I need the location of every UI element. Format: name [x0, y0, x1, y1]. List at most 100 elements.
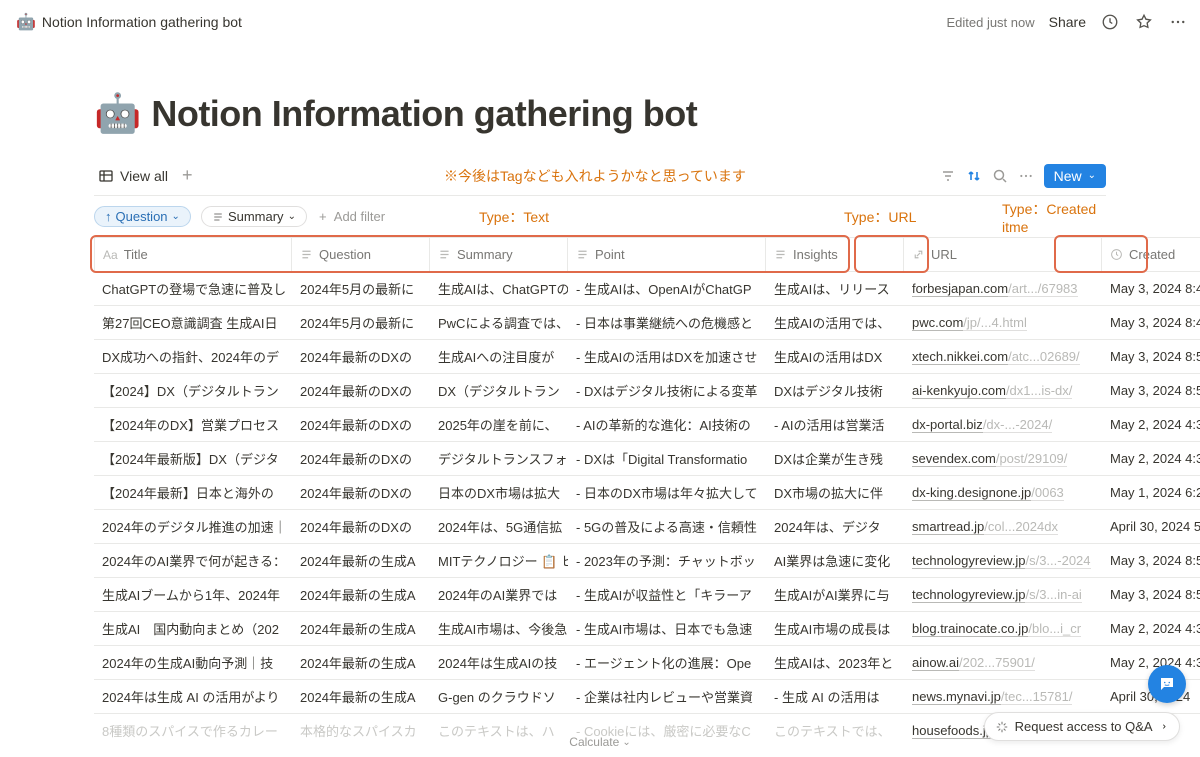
table-row[interactable]: 【2024】DX（デジタルトラン2024年最新のDXのDX（デジタルトラン- D…: [94, 373, 1106, 407]
cell-point[interactable]: - 5Gの普及による高速・信頼性: [568, 509, 766, 543]
cell-insights[interactable]: 2024年は、デジタ: [766, 509, 904, 543]
cell-url[interactable]: pwc.com/jp/...4.html: [904, 305, 1102, 339]
table-row[interactable]: 生成AIブームから1年、2024年2024年最新の生成A2024年のAI業界では…: [94, 577, 1106, 611]
cell-title[interactable]: 【2024】DX（デジタルトラン: [94, 373, 292, 407]
cell-point[interactable]: - 生成AIは、OpenAIがChatGP: [568, 271, 766, 305]
table-row[interactable]: 【2024年最新版】DX（デジタ2024年最新のDXのデジタルトランスフォ- D…: [94, 441, 1106, 475]
cell-point[interactable]: - 日本は事業継続への危機感と: [568, 305, 766, 339]
cell-url[interactable]: dx-portal.biz/dx-...-2024/: [904, 407, 1102, 441]
cell-url[interactable]: xtech.nikkei.com/atc...02689/: [904, 339, 1102, 373]
table-row[interactable]: 2024年のデジタル推進の加速｜2024年最新のDXの2024年は、5G通信拡-…: [94, 509, 1106, 543]
cell-title[interactable]: 生成AIブームから1年、2024年: [94, 577, 292, 611]
cell-url[interactable]: forbesjapan.com/art.../67983: [904, 271, 1102, 305]
table-row[interactable]: 2024年は生成 AI の活用がより2024年最新の生成AG-gen のクラウド…: [94, 679, 1106, 713]
cell-title[interactable]: ChatGPTの登場で急速に普及し: [94, 271, 292, 305]
cell-url[interactable]: blog.trainocate.co.jp/blo...i_cr: [904, 611, 1102, 645]
view-tab[interactable]: View all: [94, 164, 172, 188]
share-button[interactable]: Share: [1049, 14, 1086, 30]
cell-summary[interactable]: PwCによる調査では、: [430, 305, 568, 339]
add-view-button[interactable]: +: [178, 165, 197, 186]
filter-pill-summary[interactable]: Summary ⌄: [201, 206, 307, 227]
table-row[interactable]: 生成AI 国内動向まとめ（2022024年最新の生成A生成AI市場は、今後急- …: [94, 611, 1106, 645]
cell-question[interactable]: 2024年最新の生成A: [292, 577, 430, 611]
cell-title[interactable]: 2024年の生成AI動向予測｜技: [94, 645, 292, 679]
page-emoji[interactable]: 🤖: [94, 92, 141, 136]
cell-summary[interactable]: デジタルトランスフォ: [430, 441, 568, 475]
cell-summary[interactable]: G-gen のクラウドソ: [430, 679, 568, 713]
cell-title[interactable]: 【2024年のDX】営業プロセス: [94, 407, 292, 441]
cell-question[interactable]: 2024年最新のDXの: [292, 373, 430, 407]
add-filter-button[interactable]: + Add filter: [319, 209, 385, 224]
cell-insights[interactable]: 生成AIは、リリース: [766, 271, 904, 305]
cell-summary[interactable]: 生成AIへの注目度が: [430, 339, 568, 373]
filter-icon[interactable]: [940, 168, 956, 184]
breadcrumb[interactable]: Notion Information gathering bot: [42, 14, 242, 30]
cell-question[interactable]: 2024年最新のDXの: [292, 407, 430, 441]
table-row[interactable]: 【2024年最新】日本と海外の2024年最新のDXの日本のDX市場は拡大- 日本…: [94, 475, 1106, 509]
cell-summary[interactable]: 2025年の崖を前に、: [430, 407, 568, 441]
table-row[interactable]: ChatGPTの登場で急速に普及し2024年5月の最新に生成AIは、ChatGP…: [94, 271, 1106, 305]
cell-point[interactable]: - 日本のDX市場は年々拡大して: [568, 475, 766, 509]
cell-question[interactable]: 2024年5月の最新に: [292, 305, 430, 339]
cell-point[interactable]: - DXは「Digital Transformatio: [568, 441, 766, 475]
cell-question[interactable]: 2024年最新の生成A: [292, 611, 430, 645]
qna-pill[interactable]: Request access to Q&A ⌄: [984, 712, 1180, 741]
cell-url[interactable]: technologyreview.jp/s/3...-2024: [904, 543, 1102, 577]
cell-insights[interactable]: 生成AIの活用では、: [766, 305, 904, 339]
cell-point[interactable]: - DXはデジタル技術による変革: [568, 373, 766, 407]
cell-title[interactable]: 2024年は生成 AI の活用がより: [94, 679, 292, 713]
cell-title[interactable]: 2024年のデジタル推進の加速｜: [94, 509, 292, 543]
cell-question[interactable]: 2024年最新のDXの: [292, 441, 430, 475]
table-row[interactable]: 第27回CEO意識調査 生成AI日2024年5月の最新にPwCによる調査では、-…: [94, 305, 1106, 339]
cell-summary[interactable]: 2024年は生成AIの技: [430, 645, 568, 679]
col-created[interactable]: Created: [1102, 237, 1200, 271]
cell-insights[interactable]: - 生成 AI の活用は: [766, 679, 904, 713]
cell-url[interactable]: news.mynavi.jp/tec...15781/: [904, 679, 1102, 713]
cell-insights[interactable]: 生成AIの活用はDX: [766, 339, 904, 373]
cell-insights[interactable]: DXは企業が生き残: [766, 441, 904, 475]
sort-pill-question[interactable]: ↑ Question ⌄: [94, 206, 191, 227]
cell-question[interactable]: 2024年最新のDXの: [292, 475, 430, 509]
cell-summary[interactable]: 2024年は、5G通信拡: [430, 509, 568, 543]
star-icon[interactable]: [1134, 12, 1154, 32]
col-insights[interactable]: Insights: [766, 237, 904, 271]
cell-url[interactable]: dx-king.designone.jp/0063: [904, 475, 1102, 509]
col-summary[interactable]: Summary: [430, 237, 568, 271]
cell-insights[interactable]: DXはデジタル技術: [766, 373, 904, 407]
cell-title[interactable]: 2024年のAI業界で何が起きる：: [94, 543, 292, 577]
new-button[interactable]: New ⌄: [1044, 164, 1106, 188]
col-url[interactable]: URL: [904, 237, 1102, 271]
cell-insights[interactable]: DX市場の拡大に伴: [766, 475, 904, 509]
cell-url[interactable]: ai-kenkyujo.com/dx1...is-dx/: [904, 373, 1102, 407]
cell-title[interactable]: 第27回CEO意識調査 生成AI日: [94, 305, 292, 339]
table-row[interactable]: 2024年のAI業界で何が起きる：2024年最新の生成AMITテクノロジー 📋 …: [94, 543, 1106, 577]
cell-point[interactable]: - 生成AIの活用はDXを加速させ: [568, 339, 766, 373]
cell-title[interactable]: 【2024年最新】日本と海外の: [94, 475, 292, 509]
cell-url[interactable]: sevendex.com/post/29109/: [904, 441, 1102, 475]
more-view-icon[interactable]: [1018, 168, 1034, 184]
cell-summary[interactable]: 2024年のAI業界では: [430, 577, 568, 611]
cell-point[interactable]: - 生成AI市場は、日本でも急速: [568, 611, 766, 645]
cell-insights[interactable]: - AIの活用は営業活: [766, 407, 904, 441]
cell-insights[interactable]: AI業界は急速に変化: [766, 543, 904, 577]
cell-title[interactable]: DX成功への指針、2024年のデ: [94, 339, 292, 373]
clock-icon[interactable]: [1100, 12, 1120, 32]
cell-summary[interactable]: 生成AIは、ChatGPTの: [430, 271, 568, 305]
cell-point[interactable]: - 企業は社内レビューや営業資: [568, 679, 766, 713]
cell-question[interactable]: 2024年最新のDXの: [292, 339, 430, 373]
cell-point[interactable]: - 2023年の予測：チャットボッ: [568, 543, 766, 577]
table-row[interactable]: 2024年の生成AI動向予測｜技2024年最新の生成A2024年は生成AIの技-…: [94, 645, 1106, 679]
cell-question[interactable]: 2024年最新の生成A: [292, 679, 430, 713]
page-title-text[interactable]: Notion Information gathering bot: [151, 93, 697, 135]
more-icon[interactable]: [1168, 12, 1188, 32]
cell-point[interactable]: - エージェント化の進展：Ope: [568, 645, 766, 679]
cell-question[interactable]: 2024年最新のDXの: [292, 509, 430, 543]
cell-summary[interactable]: DX（デジタルトラン: [430, 373, 568, 407]
cell-title[interactable]: 【2024年最新版】DX（デジタ: [94, 441, 292, 475]
cell-url[interactable]: smartread.jp/col...2024dx: [904, 509, 1102, 543]
cell-question[interactable]: 2024年5月の最新に: [292, 271, 430, 305]
col-title[interactable]: AaTitle: [94, 237, 292, 271]
cell-insights[interactable]: 生成AIがAI業界に与: [766, 577, 904, 611]
col-point[interactable]: Point: [568, 237, 766, 271]
cell-insights[interactable]: 生成AIは、2023年と: [766, 645, 904, 679]
